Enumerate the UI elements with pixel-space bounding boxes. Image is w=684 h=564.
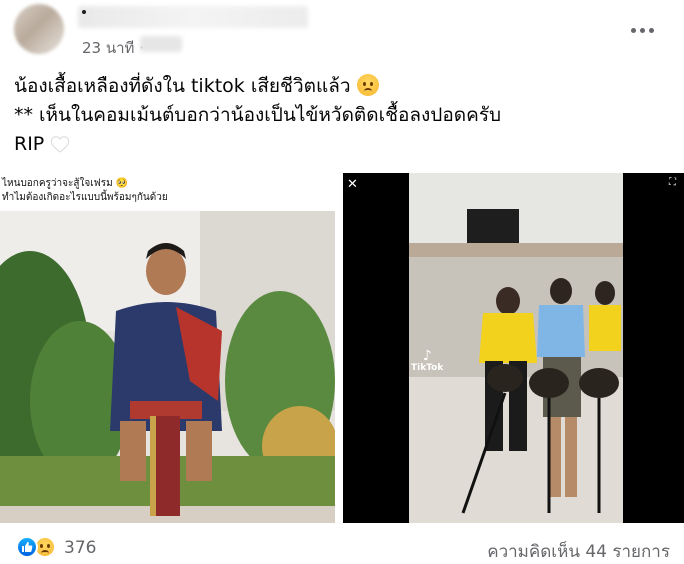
- post-line-1-text: น้องเสื้อเหลืองที่ดังใน tiktok เสียชีวิต…: [14, 75, 351, 97]
- tiktok-watermark: ♪ TikTok: [411, 349, 443, 373]
- post-line-1: น้องเสื้อเหลืองที่ดังใน tiktok เสียชีวิต…: [14, 72, 674, 101]
- privacy-icon-redacted: [140, 36, 182, 52]
- student-portrait-image: [0, 211, 335, 523]
- tiktok-icon: ♪: [422, 348, 432, 364]
- like-icon[interactable]: [16, 536, 38, 558]
- post-line-3-text: RIP: [14, 133, 45, 155]
- white-heart-icon: [50, 135, 70, 153]
- post-footer: 376 ความคิดเห็น 44 รายการ: [0, 530, 684, 564]
- photo-left[interactable]: ไหนบอกครูว่าจะสู้ใจเฟรม 🥺 ทำไมต้องเกิดอะ…: [0, 173, 335, 523]
- post-text: น้องเสื้อเหลืองที่ดังใน tiktok เสียชีวิต…: [14, 72, 674, 159]
- sad-face-icon: [356, 74, 379, 96]
- author-name-redacted[interactable]: [78, 6, 308, 28]
- post-line-2: ** เห็นในคอมเม้นต์บอกว่าน้องเป็นไข้หวัดต…: [14, 104, 502, 126]
- more-horizontal-icon: [648, 27, 654, 33]
- timestamp[interactable]: 23 นาที ·: [82, 36, 144, 60]
- post-header: 23 นาที ·: [0, 0, 684, 64]
- close-icon[interactable]: ✕: [347, 177, 358, 192]
- tiktok-watermark-text: TikTok: [411, 363, 444, 373]
- photo-caption-line-1: ไหนบอกครูว่าจะสู้ใจเฟรม 🥺: [2, 178, 129, 189]
- photo-caption-line-2: ทำไมต้องเกิดอะไรแบบนี้พร้อมๆกันด้วย: [2, 192, 168, 203]
- more-horizontal-icon: [639, 27, 645, 33]
- more-options-button[interactable]: [624, 18, 660, 42]
- expand-icon[interactable]: ⛶: [669, 177, 678, 188]
- video-thumbnail-right[interactable]: ✕ ⛶ ♪ TikTok: [343, 173, 684, 523]
- comment-count[interactable]: ความคิดเห็น 44 รายการ: [487, 538, 670, 564]
- post-line-3: RIP: [14, 130, 674, 159]
- more-horizontal-icon: [630, 27, 636, 33]
- avatar[interactable]: [14, 4, 64, 54]
- author-name-dot: [82, 10, 86, 14]
- reaction-count[interactable]: 376: [64, 538, 96, 558]
- photo-caption: ไหนบอกครูว่าจะสู้ใจเฟรม 🥺 ทำไมต้องเกิดอะ…: [2, 177, 168, 205]
